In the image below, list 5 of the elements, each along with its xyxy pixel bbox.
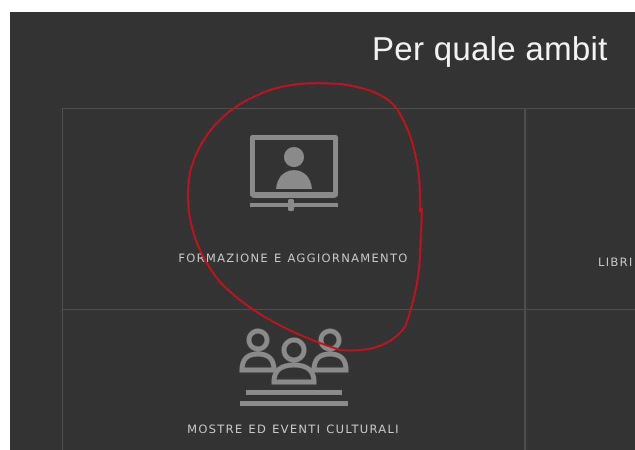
audience-icon [238, 328, 350, 408]
category-label[interactable]: LIBRI [598, 255, 634, 269]
page-title: Per quale ambit [372, 29, 609, 68]
monitor-person-icon [250, 135, 338, 211]
category-label[interactable]: MOSTRE ED EVENTI CULTURALI [187, 422, 400, 436]
